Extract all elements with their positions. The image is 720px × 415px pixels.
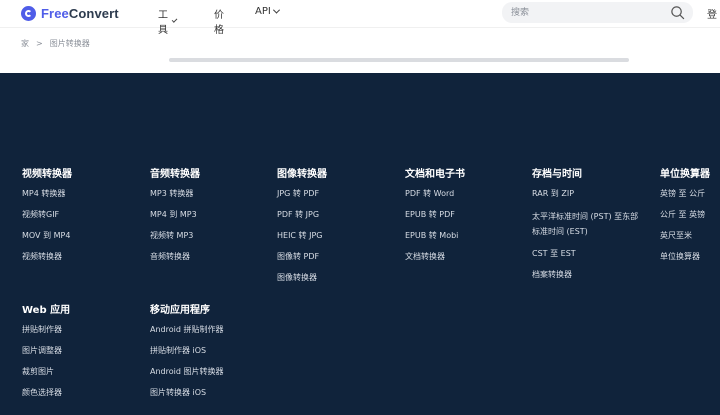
footer-column-title: 单位换算器 [660, 169, 710, 180]
footer-link[interactable]: 拼贴制作器 [22, 324, 70, 336]
footer-link[interactable]: 视频转GIF [22, 209, 72, 221]
search-box [502, 2, 693, 23]
footer-link[interactable]: 档案转换器 [532, 269, 644, 281]
logo-icon [21, 5, 36, 21]
chevron-down-icon [272, 6, 280, 14]
footer-link[interactable]: 文档转换器 [405, 251, 465, 263]
nav-pricing-label: 价格 [214, 10, 224, 36]
footer-link[interactable]: HEIC 转 JPG [277, 230, 327, 242]
footer-link[interactable]: JPG 转 PDF [277, 188, 327, 200]
footer-link[interactable]: CST 至 EST [532, 248, 644, 260]
breadcrumb-current: 图片转换器 [49, 39, 90, 48]
footer-link[interactable]: 图像转换器 [277, 272, 327, 284]
footer-column-unit: 单位换算器 英镑 至 公斤 公斤 至 英镑 英尺至米 单位换算器 [660, 165, 710, 272]
footer-column-title: 图像转换器 [277, 169, 327, 180]
footer-link[interactable]: PDF 转 JPG [277, 209, 327, 221]
nav-tools-menu[interactable]: 工具 [158, 6, 178, 36]
freeconvert-logo[interactable]: FreeConvert [21, 5, 119, 21]
footer-link[interactable]: MOV 到 MP4 [22, 230, 72, 242]
footer-link[interactable]: 拼贴制作器 iOS [150, 345, 223, 357]
footer-column-title: 移动应用程序 [150, 305, 210, 316]
footer-link[interactable]: 颜色选择器 [22, 387, 70, 399]
footer-column-title: 文档和电子书 [405, 169, 465, 180]
footer-link[interactable]: MP4 转换器 [22, 188, 72, 200]
footer-column-title: 存档与时间 [532, 169, 582, 180]
footer-column-archive: 存档与时间 RAR 到 ZIP 太平洋标准时间 (PST) 至东部标准时间 (E… [532, 165, 644, 290]
footer-link[interactable]: 英镑 至 公斤 [660, 188, 710, 200]
footer-link[interactable]: 单位换算器 [660, 251, 710, 263]
logo-text: FreeConvert [41, 6, 119, 21]
chevron-down-icon [171, 16, 178, 23]
footer-link[interactable]: 图像转 PDF [277, 251, 327, 263]
footer-link[interactable]: MP4 到 MP3 [150, 209, 200, 221]
footer-column-title: Web 应用 [22, 305, 71, 316]
footer-link[interactable]: 视频转换器 [22, 251, 72, 263]
footer-link[interactable]: RAR 到 ZIP [532, 188, 644, 200]
footer-link[interactable]: 图片调整器 [22, 345, 70, 357]
footer-column-audio: 音频转换器 MP3 转换器 MP4 到 MP3 视频转 MP3 音频转换器 [150, 165, 200, 272]
footer-column-title: 音频转换器 [150, 169, 200, 180]
search-input[interactable] [511, 4, 661, 21]
nav-api-label: API [255, 6, 271, 17]
search-icon[interactable] [670, 5, 685, 20]
footer-link[interactable]: 英尺至米 [660, 230, 710, 242]
scrollbar-track[interactable] [169, 58, 629, 62]
footer-link[interactable]: 太平洋标准时间 (PST) 至东部标准时间 (EST) [532, 209, 644, 239]
footer-column-web-apps: Web 应用 拼贴制作器 图片调整器 裁剪图片 颜色选择器 [22, 301, 70, 408]
breadcrumb: 家 > 图片转换器 [21, 38, 90, 49]
top-header: FreeConvert 工具 价格 API 登 [0, 0, 720, 36]
site-footer: 视频转换器 MP4 转换器 视频转GIF MOV 到 MP4 视频转换器 音频转… [0, 73, 720, 415]
footer-column-title: 视频转换器 [22, 169, 72, 180]
footer-column-mobile-apps: 移动应用程序 Android 拼贴制作器 拼贴制作器 iOS Android 图… [150, 301, 223, 408]
footer-link[interactable]: EPUB 转 Mobi [405, 230, 465, 242]
footer-link[interactable]: 音频转换器 [150, 251, 200, 263]
footer-link[interactable]: 裁剪图片 [22, 366, 70, 378]
footer-link[interactable]: 视频转 MP3 [150, 230, 200, 242]
footer-link[interactable]: 公斤 至 英镑 [660, 209, 710, 221]
nav-api-menu[interactable]: API [255, 6, 280, 17]
breadcrumb-home[interactable]: 家 [21, 38, 29, 49]
footer-link[interactable]: Android 图片转换器 [150, 366, 223, 378]
logo-text-free: Free [41, 5, 69, 21]
logo-text-convert: Convert [68, 5, 119, 21]
footer-column-document: 文档和电子书 PDF 转 Word EPUB 转 PDF EPUB 转 Mobi… [405, 165, 465, 272]
nav-pricing-link[interactable]: 价格 [214, 6, 224, 36]
footer-link[interactable]: Android 拼贴制作器 [150, 324, 223, 336]
footer-column-video: 视频转换器 MP4 转换器 视频转GIF MOV 到 MP4 视频转换器 [22, 165, 72, 272]
breadcrumb-separator: > [36, 39, 43, 48]
footer-link[interactable]: 图片转换器 iOS [150, 387, 223, 399]
footer-column-image: 图像转换器 JPG 转 PDF PDF 转 JPG HEIC 转 JPG 图像转… [277, 165, 327, 293]
login-link[interactable]: 登 [707, 6, 717, 21]
nav-tools-label: 工具 [158, 10, 168, 36]
footer-link[interactable]: MP3 转换器 [150, 188, 200, 200]
footer-link[interactable]: PDF 转 Word [405, 188, 465, 200]
footer-link[interactable]: EPUB 转 PDF [405, 209, 465, 221]
